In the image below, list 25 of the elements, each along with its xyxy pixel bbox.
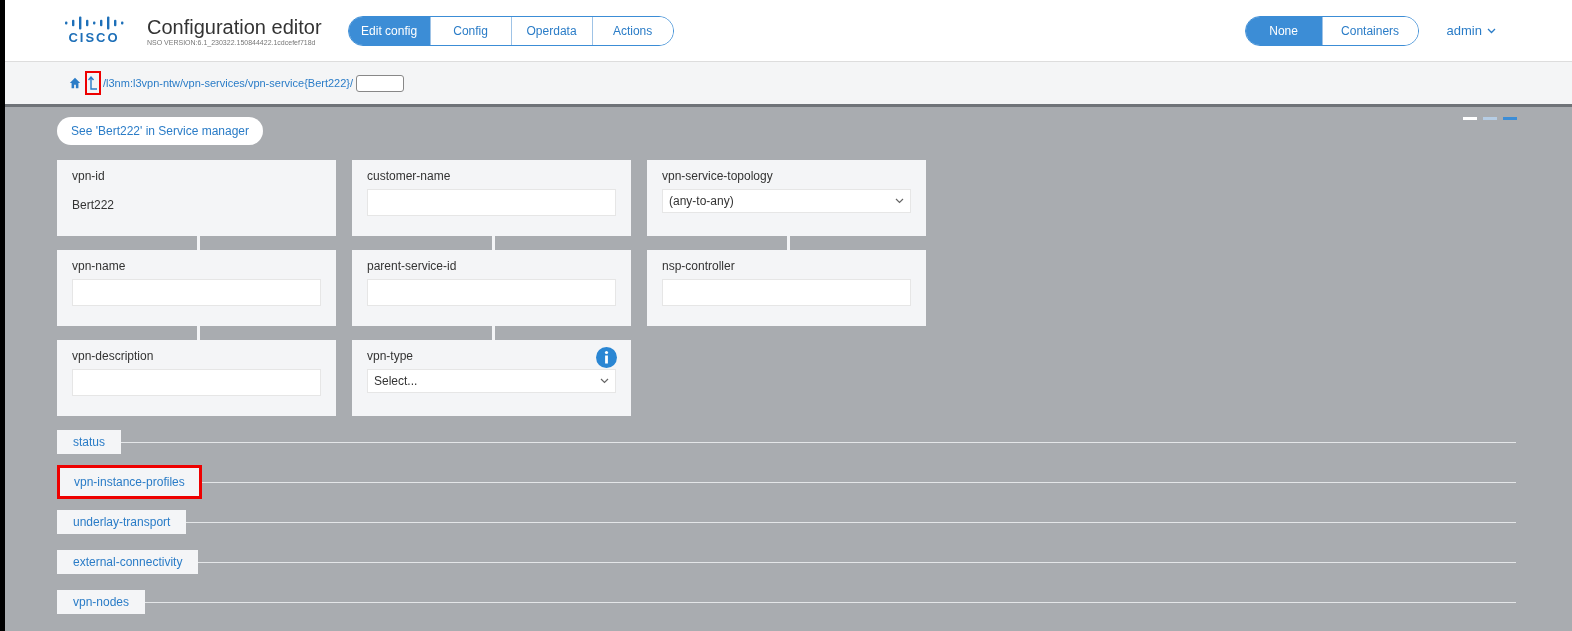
field-label: nsp-controller xyxy=(662,259,735,273)
user-menu[interactable]: admin xyxy=(1440,22,1502,39)
field-label: customer-name xyxy=(367,169,451,183)
view-toggle[interactable]: Containers xyxy=(1321,16,1418,45)
select-field[interactable]: (any-to-any) xyxy=(662,189,911,213)
field-label: vpn-service-topology xyxy=(662,169,773,183)
field-label: vpn-name xyxy=(72,259,126,273)
field-label: vpn-id xyxy=(72,169,105,183)
logo-text: CISCO xyxy=(68,30,120,45)
section-header[interactable]: external-connectivity xyxy=(57,550,199,574)
field-label: parent-service-id xyxy=(367,259,457,273)
field-label: vpn-type xyxy=(367,349,414,363)
section-header[interactable]: vpn-nodes xyxy=(57,590,146,614)
service-manager-link[interactable]: See 'Bert222' in Service manager xyxy=(57,117,263,145)
select-field[interactable]: Select... xyxy=(367,369,616,393)
mode-tab[interactable]: Edit config xyxy=(348,16,430,45)
breadcrumb-path[interactable]: /l3nm:l3vpn-ntw/vpn-services/vpn-service{Bert222}/ xyxy=(103,77,354,89)
section-header[interactable]: underlay-transport xyxy=(57,510,187,534)
field-value: Bert222 xyxy=(72,198,115,212)
app-title: Configuration editor xyxy=(147,15,322,39)
mode-tab[interactable]: Actions xyxy=(591,16,673,45)
view-toggle[interactable]: None xyxy=(1245,16,1322,45)
section-header[interactable]: status xyxy=(57,430,121,454)
section-header[interactable]: vpn-instance-profiles xyxy=(57,465,202,499)
field-label: vpn-description xyxy=(72,349,154,363)
